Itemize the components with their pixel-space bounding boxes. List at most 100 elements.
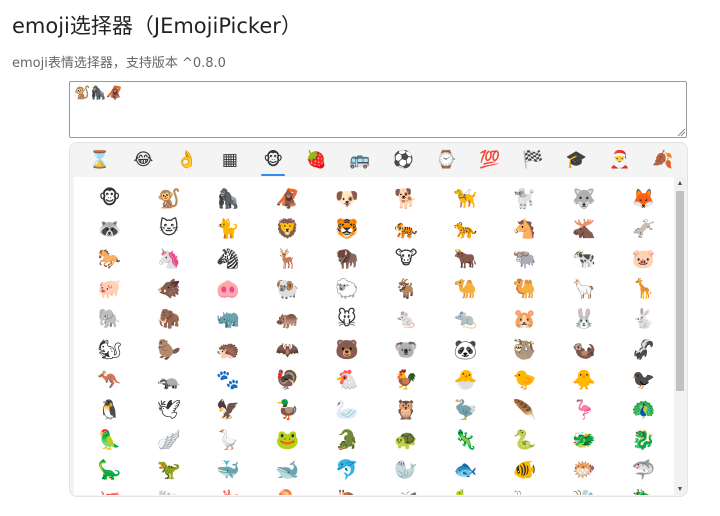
emoji-cell[interactable]: 🐛 — [436, 485, 495, 495]
emoji-cell[interactable]: 🐔 — [317, 364, 376, 394]
emoji-input-textarea[interactable] — [69, 81, 687, 138]
emoji-cell[interactable]: 🐌 — [317, 485, 376, 495]
leaf-tab[interactable]: 🍂 — [647, 146, 679, 174]
emoji-cell[interactable]: 🦉 — [376, 394, 435, 424]
emoji-cell[interactable]: 🐥 — [554, 364, 613, 394]
emoji-cell[interactable]: 🐵 — [80, 183, 139, 213]
emoji-cell[interactable]: 🐇 — [614, 304, 673, 334]
emoji-cell[interactable]: 🐹 — [495, 304, 554, 334]
emoji-cell[interactable]: 🐅 — [376, 213, 435, 243]
emoji-cell[interactable]: 🦕 — [80, 455, 139, 485]
emoji-cell[interactable]: 🦡 — [139, 364, 198, 394]
emoji-cell[interactable]: 🐗 — [139, 274, 198, 304]
emoji-cell[interactable]: 🫎 — [554, 213, 613, 243]
emoji-cell[interactable]: 🐕 — [376, 183, 435, 213]
emoji-cell[interactable]: 🐀 — [436, 304, 495, 334]
emoji-cell[interactable]: 🐯 — [317, 213, 376, 243]
emoji-cell[interactable]: 🪲 — [614, 485, 673, 495]
emoji-cell[interactable]: 🪿 — [199, 425, 258, 455]
emoji-cell[interactable]: 🦈 — [614, 455, 673, 485]
emoji-cell[interactable]: 🦒 — [614, 274, 673, 304]
symbols-grid-tab[interactable]: ▦ — [214, 146, 246, 174]
food-tab[interactable]: 🍓 — [300, 146, 332, 174]
scroll-thumb[interactable] — [676, 191, 684, 391]
santa-tab[interactable]: 🎅 — [604, 146, 636, 174]
emoji-cell[interactable]: 🐧 — [80, 394, 139, 424]
emoji-cell[interactable]: 🦁 — [258, 213, 317, 243]
emoji-cell[interactable]: 🦊 — [614, 183, 673, 213]
emoji-cell[interactable]: 🐉 — [614, 425, 673, 455]
emoji-cell[interactable]: 🐋 — [258, 455, 317, 485]
emoji-cell[interactable]: 🐂 — [436, 243, 495, 273]
emoji-cell[interactable]: 🐆 — [436, 213, 495, 243]
emoji-cell[interactable]: 🦄 — [139, 243, 198, 273]
emoji-cell[interactable]: 🐳 — [199, 455, 258, 485]
emoji-cell[interactable]: 🦎 — [436, 425, 495, 455]
emoji-cell[interactable]: 🐘 — [80, 304, 139, 334]
emoji-cell[interactable]: 🐜 — [495, 485, 554, 495]
emoji-cell[interactable]: 🐖 — [80, 274, 139, 304]
emoji-cell[interactable]: 🐰 — [554, 304, 613, 334]
people-tab[interactable]: 👌 — [171, 146, 203, 174]
emoji-cell[interactable]: 🐼 — [436, 334, 495, 364]
emoji-cell[interactable]: 🦃 — [258, 364, 317, 394]
emoji-cell[interactable]: 🐽 — [199, 274, 258, 304]
emoji-cell[interactable]: 🐮 — [376, 243, 435, 273]
emoji-cell[interactable]: 🐠 — [495, 455, 554, 485]
emoji-cell[interactable]: 🦤 — [436, 394, 495, 424]
emoji-cell[interactable]: 🦛 — [258, 304, 317, 334]
emoji-cell[interactable]: 🦫 — [139, 334, 198, 364]
emoji-cell[interactable]: 🐐 — [376, 274, 435, 304]
travel-tab[interactable]: 🚌 — [344, 146, 376, 174]
emoji-cell[interactable]: 🦓 — [199, 243, 258, 273]
emoji-cell[interactable]: 🦇 — [258, 334, 317, 364]
emoji-cell[interactable]: 🦘 — [80, 364, 139, 394]
emoji-cell[interactable]: 🐃 — [495, 243, 554, 273]
emoji-cell[interactable]: 🐩 — [495, 183, 554, 213]
scroll-up-arrow-icon[interactable]: ▲ — [674, 177, 686, 189]
emoji-cell[interactable]: 🐾 — [199, 364, 258, 394]
emoji-cell[interactable]: 🐑 — [317, 274, 376, 304]
emoji-cell[interactable]: 🐡 — [554, 455, 613, 485]
emoji-cell[interactable]: 🐈 — [199, 213, 258, 243]
activities-tab[interactable]: ⚽ — [387, 146, 419, 174]
emoji-cell[interactable]: 🦣 — [139, 304, 198, 334]
emoji-cell[interactable]: 🐝 — [554, 485, 613, 495]
emoji-cell[interactable]: 🦋 — [376, 485, 435, 495]
emoji-cell[interactable]: 🦌 — [258, 243, 317, 273]
emoji-cell[interactable]: 🪶 — [495, 394, 554, 424]
emoji-cell[interactable]: 🐻 — [317, 334, 376, 364]
emoji-cell[interactable]: 🦦 — [554, 334, 613, 364]
emoji-cell[interactable]: 🦧 — [258, 183, 317, 213]
emoji-cell[interactable]: 🦜 — [80, 425, 139, 455]
emoji-cell[interactable]: 🦍 — [199, 183, 258, 213]
education-tab[interactable]: 🎓 — [560, 146, 592, 174]
objects-tab[interactable]: ⌚ — [430, 146, 462, 174]
resize-grip-icon[interactable] — [676, 127, 686, 137]
emoji-cell[interactable]: 🦩 — [554, 394, 613, 424]
symbols-tab[interactable]: 💯 — [474, 146, 506, 174]
emoji-cell[interactable]: 🐒 — [139, 183, 198, 213]
emoji-cell[interactable]: 🐓 — [376, 364, 435, 394]
emoji-cell[interactable]: 🦭 — [376, 455, 435, 485]
emoji-cell[interactable]: 🐁 — [376, 304, 435, 334]
emoji-cell[interactable]: 🐴 — [495, 213, 554, 243]
emoji-cell[interactable]: 🦙 — [554, 274, 613, 304]
emoji-cell[interactable]: 🦨 — [614, 334, 673, 364]
emoji-cell[interactable]: 🐚 — [139, 485, 198, 495]
emoji-cell[interactable]: 🐊 — [317, 425, 376, 455]
emoji-cell[interactable]: 🐭 — [317, 304, 376, 334]
emoji-cell[interactable]: 🐤 — [495, 364, 554, 394]
emoji-cell[interactable]: 🐶 — [317, 183, 376, 213]
emoji-cell[interactable]: 🦔 — [199, 334, 258, 364]
animals-tab[interactable]: 🐵 — [257, 146, 289, 176]
emoji-cell[interactable]: 🐨 — [376, 334, 435, 364]
emoji-cell[interactable]: 🦝 — [80, 213, 139, 243]
emoji-cell[interactable]: 🐱 — [139, 213, 198, 243]
emoji-cell[interactable]: 🦆 — [258, 394, 317, 424]
emoji-cell[interactable]: 🐦‍⬛ — [614, 364, 673, 394]
emoji-cell[interactable]: 🐸 — [258, 425, 317, 455]
emoji-cell[interactable]: 🐷 — [614, 243, 673, 273]
emoji-cell[interactable]: 🦥 — [495, 334, 554, 364]
emoji-cell[interactable]: 🪽 — [139, 425, 198, 455]
